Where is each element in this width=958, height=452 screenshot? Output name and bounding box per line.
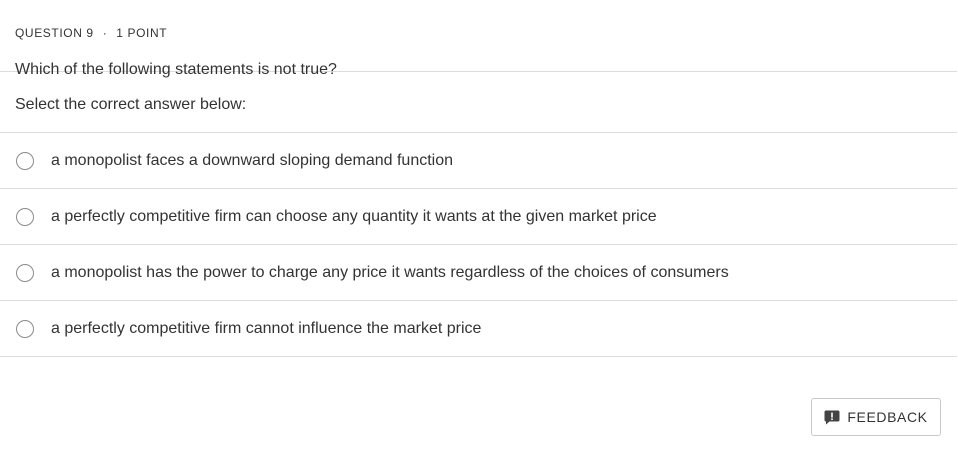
answer-options: a monopolist faces a downward sloping de… xyxy=(0,133,958,357)
answer-option-3[interactable]: a monopolist has the power to charge any… xyxy=(0,245,957,301)
question-number: QUESTION 9 xyxy=(15,26,94,40)
question-header: QUESTION 9 · 1 POINT Which of the followin… xyxy=(0,0,957,78)
radio-button[interactable] xyxy=(16,207,34,226)
feedback-button[interactable]: FEEDBACK xyxy=(811,398,941,436)
option-label: a perfectly competitive firm can choose … xyxy=(51,207,657,225)
option-label: a monopolist has the power to charge any… xyxy=(51,263,729,281)
feedback-chat-icon xyxy=(824,409,840,425)
question-meta: QUESTION 9 · 1 POINT xyxy=(15,25,942,41)
question-points: 1 POINT xyxy=(116,26,168,40)
answer-option-1[interactable]: a monopolist faces a downward sloping de… xyxy=(0,133,957,189)
meta-separator: · xyxy=(102,26,108,40)
answer-option-4[interactable]: a perfectly competitive firm cannot infl… xyxy=(0,301,957,357)
radio-button[interactable] xyxy=(16,319,34,338)
feedback-label: FEEDBACK xyxy=(847,409,928,425)
answer-option-2[interactable]: a perfectly competitive firm can choose … xyxy=(0,189,957,245)
radio-button[interactable] xyxy=(16,151,34,170)
option-label: a monopolist faces a downward sloping de… xyxy=(51,151,454,169)
option-label: a perfectly competitive firm cannot infl… xyxy=(51,319,482,337)
radio-button[interactable] xyxy=(16,263,34,282)
answer-prompt: Select the correct answer below: xyxy=(0,72,957,133)
